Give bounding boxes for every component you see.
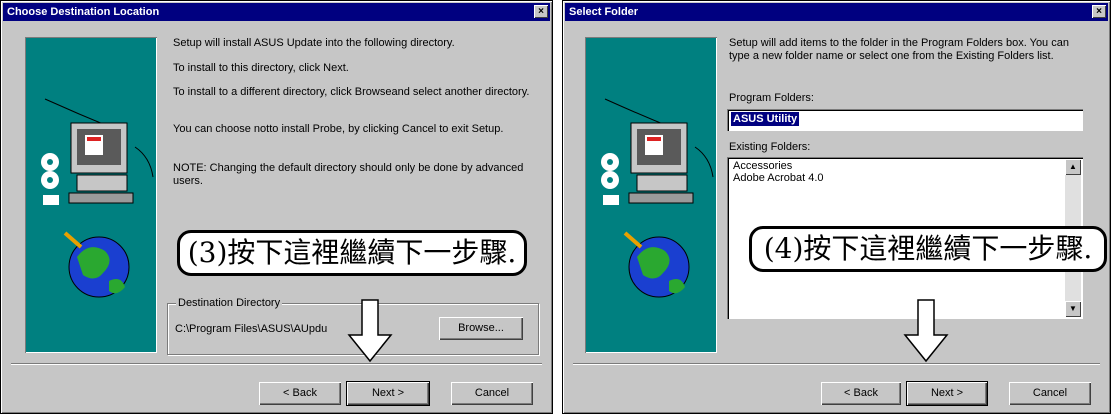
close-icon[interactable]: × xyxy=(1092,5,1106,18)
setup-artwork xyxy=(585,37,717,353)
step-callout: (4)按下這裡繼續下一步驟. xyxy=(749,226,1107,272)
back-button[interactable]: < Back xyxy=(821,382,901,405)
instruction-text: Setup will add items to the folder in th… xyxy=(729,37,1069,62)
down-arrow-icon xyxy=(903,299,949,363)
divider xyxy=(573,363,1100,365)
intro-text: Setup will install ASUS Update into the … xyxy=(173,37,455,49)
dialog-title: Choose Destination Location xyxy=(7,6,160,18)
dialog-title: Select Folder xyxy=(569,6,639,18)
dialog-titlebar: Select Folder × xyxy=(565,3,1108,21)
select-folder-dialog: Select Folder × Setup will add items to … xyxy=(562,0,1111,414)
choose-destination-dialog: Choose Destination Location × Setup will… xyxy=(0,0,553,414)
next-button[interactable]: Next > xyxy=(346,381,430,406)
globe-icon xyxy=(63,231,130,298)
list-item[interactable]: Adobe Acrobat 4.0 xyxy=(733,172,824,185)
close-icon[interactable]: × xyxy=(534,5,548,18)
browse-instruction-text: To install to a different directory, cli… xyxy=(173,86,530,98)
scroll-up-icon[interactable]: ▲ xyxy=(1065,159,1081,175)
scroll-down-icon[interactable]: ▼ xyxy=(1065,301,1081,317)
cancel-button[interactable]: Cancel xyxy=(1009,382,1091,405)
divider xyxy=(11,363,542,365)
dialog-titlebar: Choose Destination Location × xyxy=(3,3,550,21)
step-callout: (3)按下這裡繼續下一步驟. xyxy=(177,230,527,276)
computer-icon xyxy=(44,98,154,204)
cancel-instruction-text: You can choose notto install Probe, by c… xyxy=(173,123,504,135)
setup-artwork xyxy=(25,37,157,353)
destination-directory-label: Destination Directory xyxy=(176,297,283,309)
disc-icon xyxy=(41,153,59,205)
browse-button[interactable]: Browse... xyxy=(439,317,523,340)
note-text: NOTE: Changing the default directory sho… xyxy=(173,162,524,187)
computer-icon xyxy=(604,98,714,204)
down-arrow-icon xyxy=(347,299,393,363)
existing-folders-label: Existing Folders: xyxy=(729,141,811,153)
next-instruction-text: To install to this directory, click Next… xyxy=(173,62,349,74)
cancel-button[interactable]: Cancel xyxy=(451,382,533,405)
next-button[interactable]: Next > xyxy=(906,381,988,406)
globe-icon xyxy=(623,231,690,298)
program-folder-value: ASUS Utility xyxy=(731,112,800,126)
program-folder-input[interactable]: ASUS Utility xyxy=(727,109,1083,131)
back-button[interactable]: < Back xyxy=(259,382,341,405)
disc-icon xyxy=(601,153,619,205)
program-folders-label: Program Folders: xyxy=(729,92,814,104)
